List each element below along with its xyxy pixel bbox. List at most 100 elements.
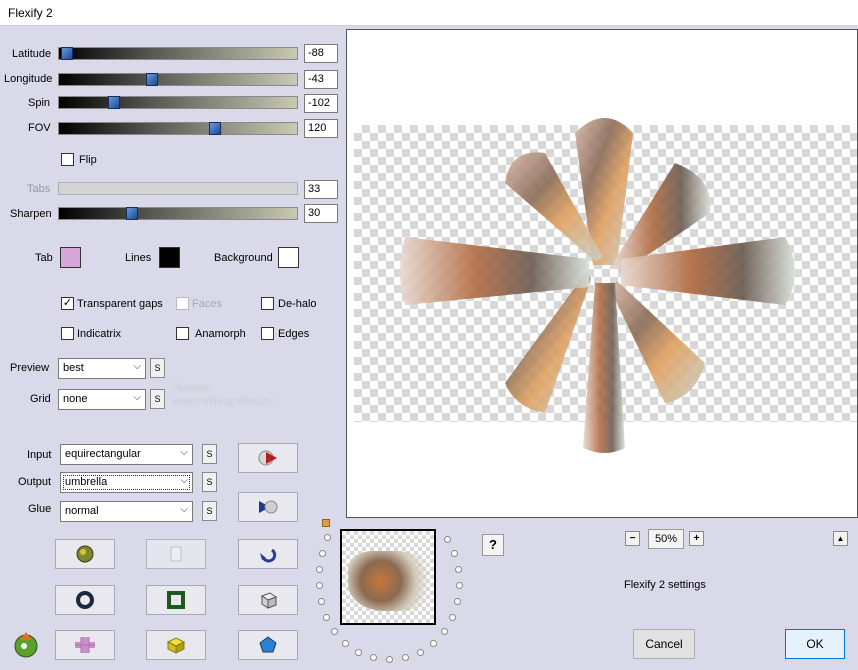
frame-icon — [167, 591, 185, 609]
tabs-slider — [58, 182, 298, 195]
glue-s-button[interactable]: S — [202, 501, 217, 521]
spin-slider-thumb[interactable] — [108, 96, 120, 109]
undo-icon — [260, 548, 277, 563]
fov-slider[interactable] — [58, 122, 298, 135]
zoom-out-button[interactable]: − — [625, 531, 640, 546]
chevron-down-icon: ⌵ — [180, 475, 188, 486]
glue-select[interactable]: normal ⌵ — [60, 501, 193, 522]
longitude-slider-thumb[interactable] — [146, 73, 158, 86]
input-select-value: equirectangular — [65, 448, 141, 460]
anamorph-checkbox[interactable] — [176, 327, 189, 340]
flip-label: Flip — [79, 154, 97, 166]
latitude-slider[interactable] — [58, 47, 298, 60]
anamorph-label: Anamorph — [195, 328, 246, 340]
save-arrow-icon — [259, 500, 278, 514]
edges-checkbox[interactable] — [261, 327, 274, 340]
input-s-button[interactable]: S — [202, 444, 217, 464]
load-preset-button[interactable] — [238, 443, 298, 473]
tiles-icon — [75, 637, 95, 653]
longitude-label: Longitude — [4, 73, 53, 85]
title-bar: Flexify 2 — [0, 0, 858, 26]
help-button[interactable]: ? — [482, 534, 504, 556]
sharpen-slider-thumb[interactable] — [126, 207, 138, 220]
spin-slider[interactable] — [58, 96, 298, 109]
load-arrow-icon — [258, 450, 277, 466]
input-label: Input — [27, 449, 52, 461]
chevron-down-icon: ⌵ — [180, 504, 188, 515]
cancel-button[interactable]: Cancel — [633, 629, 695, 659]
dehalo-checkbox[interactable] — [261, 297, 274, 310]
output-label: Output — [18, 476, 52, 488]
transparent-gaps-label: Transparent gaps — [77, 298, 163, 310]
watermark-name: Pinuccia — [172, 383, 210, 394]
ring-button[interactable] — [55, 585, 115, 615]
lines-color-swatch[interactable] — [159, 247, 180, 268]
chevron-down-icon: ⌵ — [133, 392, 141, 403]
preview-label: Preview — [10, 362, 50, 374]
preview-select[interactable]: best ⌵ — [58, 358, 146, 379]
dice-button[interactable] — [238, 585, 298, 615]
output-select[interactable]: umbrella ⌵ — [60, 472, 193, 493]
copy-button[interactable] — [146, 539, 206, 569]
main-preview[interactable] — [346, 29, 858, 518]
output-s-button[interactable]: S — [202, 472, 217, 492]
edges-label: Edges — [278, 328, 310, 340]
transparent-gaps-checkbox[interactable]: ✓ — [61, 297, 74, 310]
chevron-down-icon: ⌵ — [180, 447, 188, 458]
sharpen-label: Sharpen — [10, 208, 52, 220]
pentagon-button[interactable] — [238, 630, 298, 660]
umbrella-result-image — [400, 118, 795, 453]
faces-checkbox — [176, 297, 189, 310]
save-preset-button[interactable] — [238, 492, 298, 522]
fov-value[interactable]: 120 — [304, 119, 338, 138]
undo-button[interactable] — [238, 539, 298, 569]
tabs-value[interactable]: 33 — [304, 180, 338, 199]
glue-label: Glue — [28, 503, 52, 515]
tiles-button[interactable] — [55, 630, 115, 660]
flip-checkbox[interactable] — [61, 153, 74, 166]
preview-s-button[interactable]: S — [150, 358, 165, 378]
globe-icon — [76, 545, 94, 563]
random-button[interactable] — [55, 539, 115, 569]
indicatrix-checkbox[interactable] — [61, 327, 74, 340]
tab-color-label: Tab — [35, 252, 53, 264]
glue-select-value: normal — [65, 505, 99, 517]
longitude-slider[interactable] — [58, 73, 298, 86]
latitude-slider-thumb[interactable] — [61, 47, 73, 60]
dehalo-label: De-halo — [278, 298, 317, 310]
sharpen-slider[interactable] — [58, 207, 298, 220]
checkmark-icon: ✓ — [62, 297, 73, 309]
tabs-label: Tabs — [27, 183, 51, 195]
latitude-value[interactable]: -88 — [304, 44, 338, 63]
ok-button[interactable]: OK — [785, 629, 845, 659]
spin-value[interactable]: -102 — [304, 94, 338, 113]
fov-slider-thumb[interactable] — [209, 122, 221, 135]
faces-label: Faces — [192, 298, 222, 310]
scroll-up-button[interactable]: ▲ — [833, 531, 848, 546]
fov-label: FOV — [28, 122, 51, 134]
background-color-label: Background — [214, 252, 273, 264]
sharpen-value[interactable]: 30 — [304, 204, 338, 223]
copy-icon — [170, 546, 182, 562]
cube-icon — [166, 637, 186, 654]
watermark-url: www.maidiregrafica.eu — [172, 396, 273, 407]
background-color-swatch[interactable] — [278, 247, 299, 268]
grid-select[interactable]: none ⌵ — [58, 389, 146, 410]
dice-icon — [260, 592, 278, 609]
dial-ring[interactable] — [310, 520, 470, 665]
ring-icon — [76, 591, 94, 609]
input-select[interactable]: equirectangular ⌵ — [60, 444, 193, 465]
cube-button[interactable] — [146, 630, 206, 660]
longitude-value[interactable]: -43 — [304, 70, 338, 89]
settings-label: Flexify 2 settings — [624, 579, 706, 591]
tab-color-swatch[interactable] — [60, 247, 81, 268]
frame-button[interactable] — [146, 585, 206, 615]
grid-label: Grid — [30, 393, 51, 405]
grid-s-button[interactable]: S — [150, 389, 165, 409]
lines-color-label: Lines — [125, 252, 152, 264]
zoom-level[interactable]: 50% — [648, 529, 684, 549]
chevron-down-icon: ⌵ — [133, 361, 141, 372]
zoom-in-button[interactable]: + — [689, 531, 704, 546]
preview-select-value: best — [63, 362, 84, 374]
latitude-label: Latitude — [12, 48, 52, 60]
